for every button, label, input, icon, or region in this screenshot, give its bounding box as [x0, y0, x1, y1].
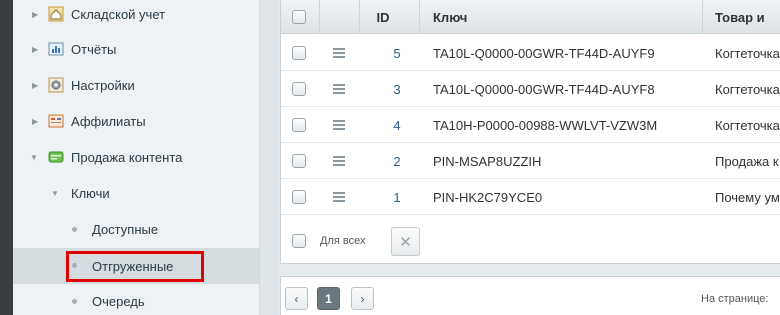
- row-checkbox[interactable]: [292, 82, 306, 96]
- content-sale-icon: [48, 151, 64, 163]
- row-checkbox[interactable]: [292, 154, 306, 168]
- column-divider: [702, 0, 703, 34]
- select-all-checkbox[interactable]: [292, 10, 306, 24]
- sidebar-item-label: Отчёты: [71, 41, 117, 57]
- sidebar-item-label: Настройки: [71, 77, 135, 93]
- apply-to-all-label: Для всех: [320, 235, 366, 247]
- keys-table: ID Ключ Товар и 5 TA10L-Q0000-00GWR-TF44…: [280, 0, 780, 264]
- warehouse-icon: [48, 6, 64, 22]
- sidebar-item-label: Продажа контента: [71, 149, 183, 165]
- per-page-label: На странице:: [701, 293, 769, 305]
- collapse-arrow-icon[interactable]: ▼: [51, 189, 59, 198]
- row-id[interactable]: 3: [380, 71, 414, 107]
- expand-arrow-icon[interactable]: ▶: [32, 81, 38, 90]
- row-menu-icon[interactable]: [333, 84, 345, 94]
- row-checkbox[interactable]: [292, 118, 306, 132]
- sidebar-item-label: Доступные: [92, 221, 159, 237]
- row-checkbox[interactable]: [292, 190, 306, 204]
- apply-to-all-checkbox[interactable]: [292, 234, 306, 248]
- sidebar-item-label: Складской учет: [71, 6, 166, 22]
- table-row[interactable]: 5 TA10L-Q0000-00GWR-TF44D-AUYF9 Когтеточ…: [281, 35, 780, 71]
- column-divider: [419, 0, 420, 34]
- sidebar-item-affiliates[interactable]: ▶ Аффилиаты: [13, 103, 259, 139]
- row-key: TA10L-Q0000-00GWR-TF44D-AUYF9: [433, 45, 655, 61]
- expand-arrow-icon[interactable]: ▶: [32, 10, 38, 19]
- row-key: TA10H-P0000-00988-WWLVT-VZW3M: [433, 117, 658, 133]
- row-menu-icon[interactable]: [333, 120, 345, 130]
- table-row[interactable]: 2 PIN-MSAP8UZZIH Продажа к: [281, 143, 780, 179]
- collapse-arrow-icon[interactable]: ▼: [30, 153, 38, 162]
- row-menu-icon[interactable]: [333, 48, 345, 58]
- row-key: TA10L-Q0000-00GWR-TF44D-AUYF8: [433, 81, 655, 97]
- delete-button[interactable]: ✕: [391, 227, 420, 256]
- row-menu-icon[interactable]: [333, 192, 345, 202]
- current-page-button[interactable]: 1: [317, 287, 340, 310]
- sidebar-item-reports[interactable]: ▶ Отчёты: [13, 31, 259, 67]
- highlight-frame: [66, 251, 204, 282]
- sidebar-item-label: Очередь: [92, 293, 145, 309]
- column-header-key[interactable]: Ключ: [433, 0, 467, 34]
- reports-icon: [48, 42, 64, 56]
- prev-page-button[interactable]: ‹: [285, 287, 308, 310]
- row-product: Когтеточка: [715, 81, 780, 97]
- table-row[interactable]: 4 TA10H-P0000-00988-WWLVT-VZW3M Когтеточ…: [281, 107, 780, 143]
- sidebar-item-warehouse[interactable]: ▶ Складской учет: [13, 0, 259, 32]
- table-row[interactable]: 3 TA10L-Q0000-00GWR-TF44D-AUYF8 Когтеточ…: [281, 71, 780, 107]
- column-divider: [319, 0, 320, 34]
- bullet-icon: [72, 227, 77, 232]
- group-actions-bar: Для всех ✕: [281, 217, 780, 264]
- table-header: ID Ключ Товар и: [281, 0, 780, 34]
- bullet-icon: [72, 299, 77, 304]
- affiliates-icon: [48, 114, 64, 128]
- close-icon: ✕: [399, 233, 412, 251]
- column-header-id[interactable]: ID: [360, 0, 406, 34]
- row-product: Когтеточка: [715, 45, 780, 61]
- row-id[interactable]: 1: [380, 179, 414, 215]
- sidebar-item-label: Аффилиаты: [71, 113, 146, 129]
- row-id[interactable]: 2: [380, 143, 414, 179]
- row-id[interactable]: 5: [380, 35, 414, 71]
- row-product: Почему ум: [715, 189, 780, 205]
- sidebar-item-content-sale[interactable]: ▼ Продажа контента: [13, 139, 259, 175]
- row-id[interactable]: 4: [380, 107, 414, 143]
- expand-arrow-icon[interactable]: ▶: [32, 117, 38, 126]
- sidebar-item-available[interactable]: Доступные: [13, 211, 259, 247]
- sidebar-divider[interactable]: [259, 0, 279, 315]
- next-page-button[interactable]: ›: [351, 287, 374, 310]
- column-header-product[interactable]: Товар и: [715, 0, 765, 34]
- row-product: Когтеточка: [715, 117, 780, 133]
- row-key: PIN-HK2C79YCE0: [433, 189, 543, 205]
- sidebar-item-settings[interactable]: ▶ Настройки: [13, 67, 259, 103]
- pagination: ‹ 1 › На странице:: [280, 276, 780, 315]
- sidebar-item-keys[interactable]: ▼ Ключи: [13, 175, 259, 211]
- row-menu-icon[interactable]: [333, 156, 345, 166]
- row-checkbox[interactable]: [292, 46, 306, 60]
- expand-arrow-icon[interactable]: ▶: [32, 45, 38, 54]
- row-key: PIN-MSAP8UZZIH: [433, 153, 542, 169]
- settings-icon: [48, 77, 64, 93]
- row-product: Продажа к: [715, 153, 779, 169]
- sidebar-item-queue[interactable]: Очередь: [13, 283, 259, 315]
- table-row[interactable]: 1 PIN-HK2C79YCE0 Почему ум: [281, 179, 780, 215]
- sidebar-item-label: Ключи: [71, 185, 110, 201]
- left-edge-strip: [0, 0, 13, 315]
